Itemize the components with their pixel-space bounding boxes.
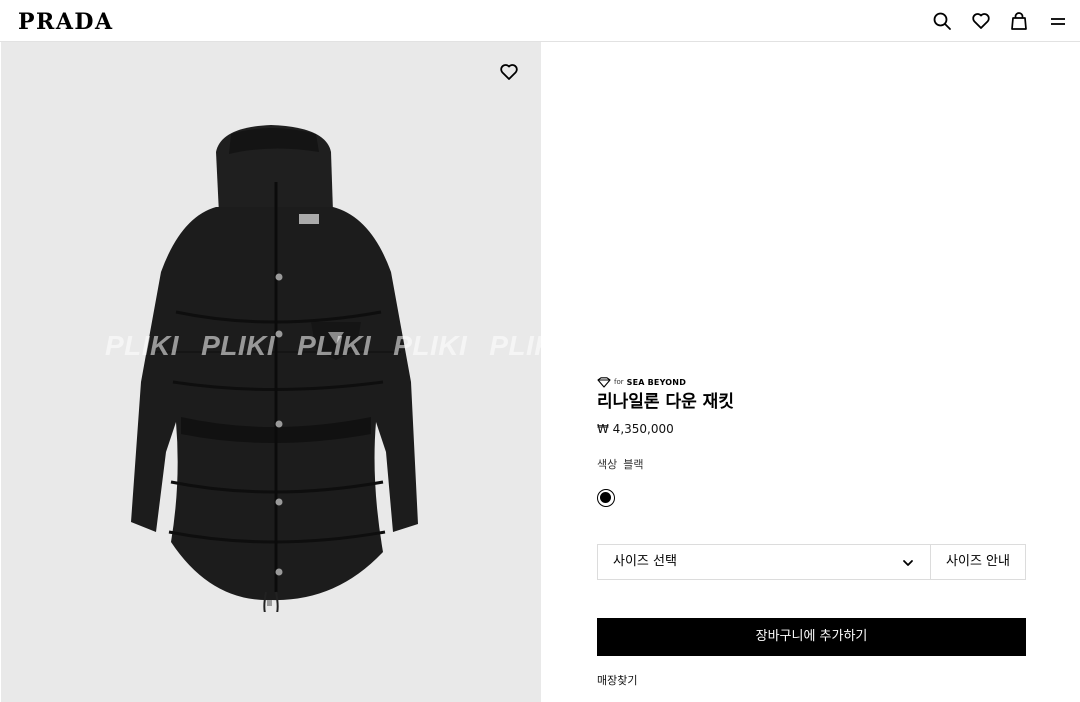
chevron-down-icon — [903, 560, 913, 566]
menu-icon[interactable] — [1048, 11, 1068, 31]
add-to-cart-button[interactable]: 장바구니에 추가하기 — [597, 618, 1026, 656]
diamond-icon — [597, 376, 611, 388]
product-image — [131, 125, 418, 612]
badge-brand-text: SEA BEYOND — [626, 377, 687, 387]
size-guide-button[interactable]: 사이즈 안내 — [930, 544, 1026, 580]
watermark-text: PLIKIPLIKIPLIKIPLIKIPLIKI — [105, 330, 541, 361]
color-label: 색상 — [597, 458, 618, 471]
color-info: 색상 블랙 — [597, 458, 644, 472]
product-image-panel: PLIKIPLIKIPLIKIPLIKIPLIKI — [1, 42, 541, 702]
size-select-dropdown[interactable]: 사이즈 선택 — [597, 544, 931, 580]
product-title: 리나일론 다운 재킷 — [597, 392, 734, 412]
product-price: ₩ 4,350,000 — [597, 422, 674, 436]
color-value: 블랙 — [623, 458, 644, 471]
heart-icon[interactable] — [971, 11, 991, 31]
color-swatch-black[interactable] — [597, 489, 615, 507]
site-header: PRADA — [0, 0, 1080, 42]
badge-for-text: for — [614, 378, 624, 386]
bag-icon[interactable] — [1009, 11, 1029, 31]
size-select-label: 사이즈 선택 — [613, 554, 677, 569]
find-store-link[interactable]: 매장찾기 — [597, 674, 637, 688]
brand-logo[interactable]: PRADA — [18, 9, 114, 35]
search-icon[interactable] — [932, 11, 952, 31]
wishlist-heart-icon[interactable] — [499, 62, 519, 82]
sustainability-badge: for SEA BEYOND — [597, 375, 686, 389]
